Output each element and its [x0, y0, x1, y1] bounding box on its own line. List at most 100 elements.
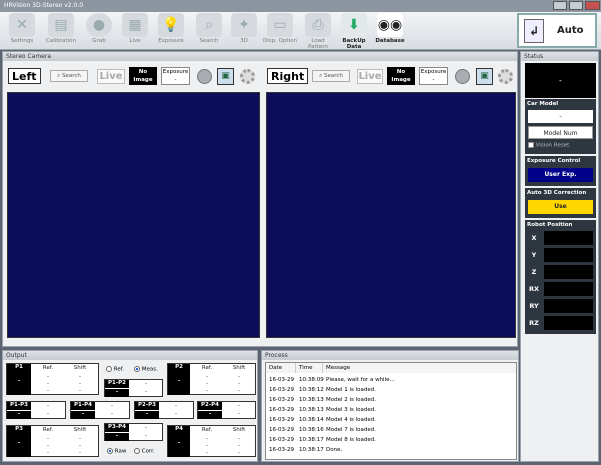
left-settings-gear-icon[interactable]	[240, 69, 255, 84]
left-search-button[interactable]: ⌕ Search	[50, 70, 88, 82]
main-toolbar: ✕ Settings ▤ Calibration ● Grab ▦ Live 💡 Expo…	[0, 12, 601, 50]
auto-3d-use-button[interactable]: Use	[528, 200, 593, 214]
robot-ry-row: RY	[525, 298, 596, 314]
log-row: 16-03-29 10:38:17 Done.	[269, 447, 343, 453]
maximize-button[interactable]	[569, 1, 583, 10]
p4-table: P4- Ref. Shift -- -- --	[167, 425, 256, 457]
exposure-button[interactable]: 💡 Exposure	[154, 13, 188, 49]
return-icon: ↲	[524, 19, 544, 43]
ruler-icon: ▤	[48, 13, 74, 37]
process-title: Process	[262, 351, 518, 360]
robot-y-row: Y	[525, 247, 596, 263]
output-title: Output	[3, 351, 257, 360]
search-button[interactable]: ⌕ Search	[192, 13, 226, 49]
meas-radio[interactable]: Meas.	[134, 366, 158, 373]
p1-table: P1- Ref. Shift -- -- --	[6, 363, 99, 395]
p3-label: P3-	[7, 426, 31, 457]
log-row: 16-03-29 10:38:16 Model 7 is loaded.	[269, 427, 377, 433]
process-log-table[interactable]: Date Time Message 16-03-29 10:38:09 Please…	[265, 362, 517, 460]
car-model-value: -	[528, 110, 593, 123]
right-grab-icon[interactable]	[455, 69, 470, 84]
robot-z-value	[544, 265, 593, 279]
window-title: HRVision 3D-Stereo v2.0.0	[4, 2, 84, 9]
close-button[interactable]	[585, 1, 600, 10]
raw-radio[interactable]: Raw	[107, 448, 126, 455]
left-camera-view[interactable]	[7, 92, 260, 338]
p2-p3-table: P2-P3 - --	[134, 401, 194, 419]
right-camera-label: Right	[267, 68, 309, 84]
left-exposure-box: Exposure -	[161, 67, 190, 85]
p2-table: P2- Ref. Shift -- -- --	[167, 363, 256, 395]
robot-x-value	[544, 231, 593, 245]
calibration-button[interactable]: ▤ Calibration	[42, 13, 80, 49]
live-button[interactable]: ▦ Live	[118, 13, 152, 49]
auto-button[interactable]: ↲ Auto	[517, 13, 597, 48]
database-button[interactable]: ◉◉ Database	[374, 13, 406, 49]
radio-icon	[134, 448, 140, 454]
time-column-header[interactable]: Time	[296, 363, 323, 373]
load-pattern-button[interactable]: ⎙ Load Pattern	[301, 13, 335, 50]
monitor-icon: ▭	[267, 13, 293, 37]
p1-label: P1-	[7, 364, 31, 395]
stereo-camera-panel: Stereo Camera Left ⌕ Search Live No Image…	[2, 51, 518, 347]
p3-table: P3- Ref. Shift -- -- --	[6, 425, 99, 457]
stereo-camera-title: Stereo Camera	[3, 52, 517, 61]
magnifier-icon: ⌕	[196, 13, 222, 37]
radio-icon	[106, 366, 112, 372]
film-icon: ▦	[122, 13, 148, 37]
right-exposure-box: Exposure -	[419, 67, 448, 85]
log-row: 16-03-29 10:38:13 Model 3 is loaded.	[269, 407, 377, 413]
checkbox-icon	[528, 142, 534, 148]
left-live-button[interactable]: Live	[97, 69, 125, 84]
p1-p4-table: P1-P4 - --	[70, 401, 130, 419]
eyes-icon: ◉◉	[377, 13, 403, 37]
robot-x-row: X	[525, 230, 596, 246]
model-num-field[interactable]: Model Num	[528, 126, 593, 139]
ref-radio[interactable]: Ref.	[106, 366, 124, 373]
log-row: 16-03-29 10:38:09 Please, wait for a while…	[269, 377, 395, 383]
vision-reset-checkbox[interactable]: Vision Reset	[528, 142, 569, 149]
bulb-icon: 💡	[158, 13, 184, 37]
window-titlebar: HRVision 3D-Stereo v2.0.0	[0, 0, 601, 12]
message-column-header[interactable]: Message	[323, 363, 516, 373]
robot-rz-value	[544, 316, 593, 330]
grab-icon: ●	[86, 13, 112, 37]
exposure-control-button[interactable]: User Exp.	[528, 168, 593, 182]
process-panel: Process Date Time Message 16-03-29 10:38:…	[261, 350, 519, 462]
right-camera-toolbar: Right ⌕ Search Live No Image Exposure - ▣	[265, 63, 519, 87]
corr-radio[interactable]: Corr.	[134, 448, 155, 455]
log-row: 16-03-29 10:38:14 Model 4 is loaded.	[269, 417, 377, 423]
3d-button[interactable]: ✦ 3D	[228, 13, 260, 49]
status-title: Status	[521, 52, 598, 61]
date-column-header[interactable]: Date	[266, 363, 296, 373]
settings-button[interactable]: ✕ Settings	[4, 13, 40, 49]
right-no-image-badge: No Image	[387, 67, 415, 85]
robot-z-row: Z	[525, 264, 596, 280]
robot-rx-value	[544, 282, 593, 296]
p2-label: P2-	[168, 364, 190, 395]
auto-3d-correction-group: Auto 3D Correction Use	[525, 188, 596, 218]
right-camera-view[interactable]	[266, 92, 516, 338]
p3-p4-table: P3-P4 - --	[104, 423, 163, 441]
log-row: 16-03-29 10:38:13 Model 2 is loaded.	[269, 397, 377, 403]
disp-option-button[interactable]: ▭ Disp. Option	[262, 13, 298, 49]
robot-position-group: Robot Position X Y Z RX RY RZ	[525, 220, 596, 334]
right-search-button[interactable]: ⌕ Search	[312, 70, 350, 82]
left-camera-label: Left	[8, 68, 41, 84]
p2-p4-table: P2-P4 - --	[197, 401, 256, 419]
wrench-icon: ✕	[9, 13, 35, 37]
radio-selected-icon	[107, 448, 113, 454]
left-grab-icon[interactable]	[197, 69, 212, 84]
grab-button[interactable]: ● Grab	[82, 13, 116, 49]
p1-p3-table: P1-P3 - --	[6, 401, 66, 419]
right-live-button[interactable]: Live	[357, 69, 383, 84]
left-image-icon[interactable]: ▣	[217, 68, 234, 85]
backup-data-button[interactable]: ⬇ BackUp Data	[337, 13, 371, 50]
robot-rx-row: RX	[525, 281, 596, 297]
status-display: -	[525, 63, 596, 98]
printer-icon: ⎙	[305, 13, 331, 37]
right-settings-gear-icon[interactable]	[498, 69, 513, 84]
right-image-icon[interactable]: ▣	[476, 68, 493, 85]
minimize-button[interactable]	[553, 1, 567, 10]
left-no-image-badge: No Image	[129, 67, 157, 85]
